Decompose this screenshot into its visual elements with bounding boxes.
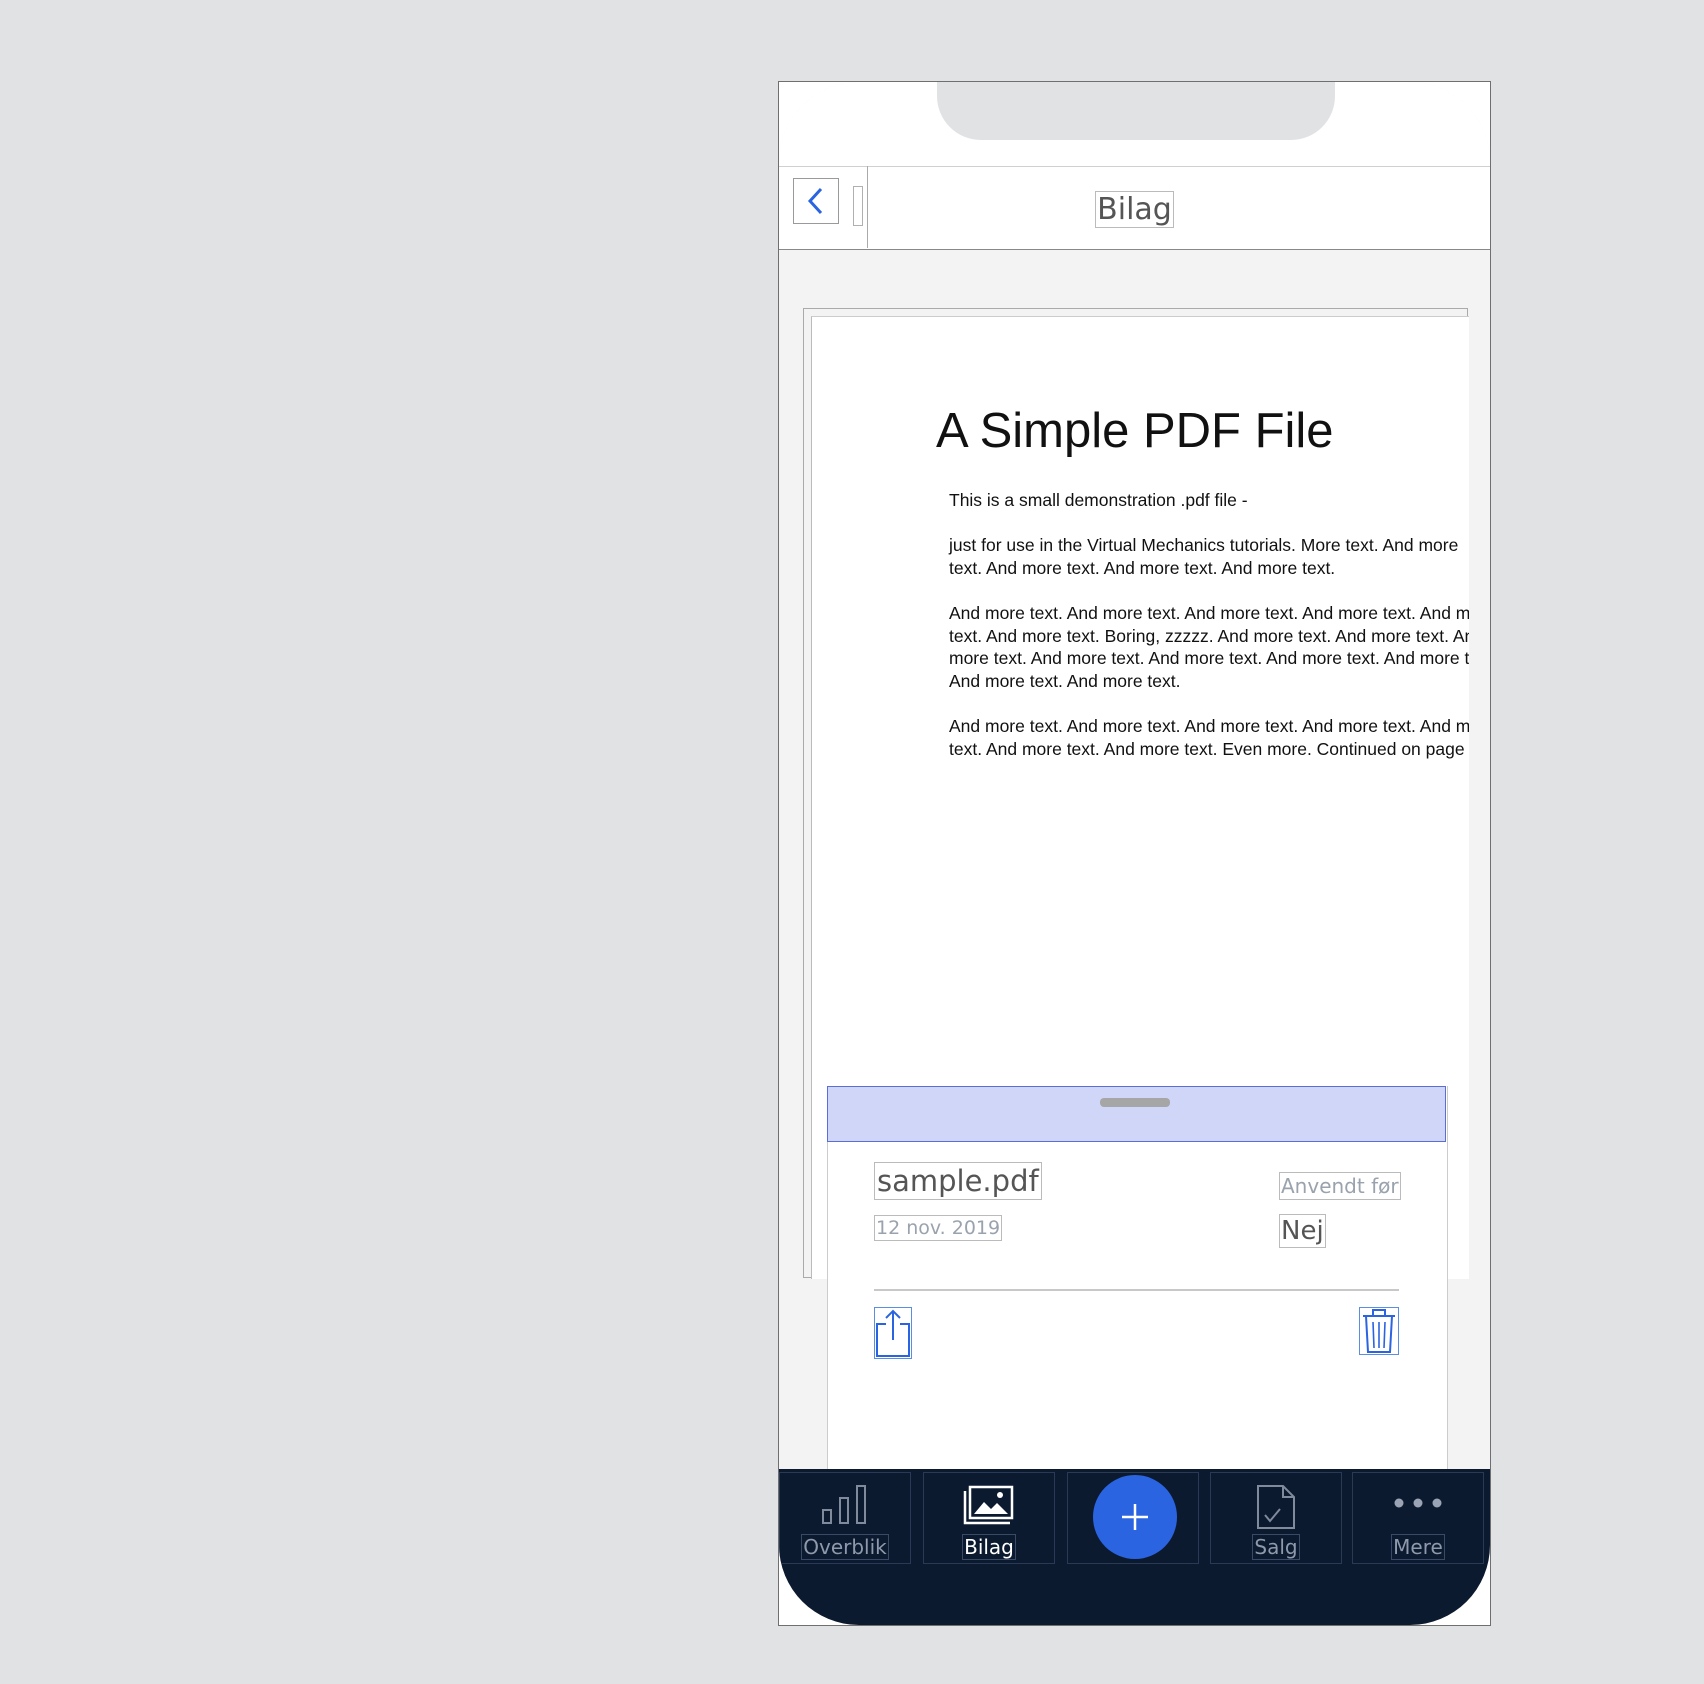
pdf-paragraph: just for use in the Virtual Mechanics tu… (949, 535, 1459, 578)
used-before-label: Anvendt før (1279, 1172, 1401, 1200)
share-icon (876, 1309, 910, 1357)
pdf-paragraph: This is a small demonstration .pdf file … (949, 490, 1248, 510)
trash-icon (1363, 1309, 1395, 1353)
add-button[interactable] (1093, 1475, 1177, 1559)
more-dots-icon (1394, 1498, 1442, 1508)
page-title: Bilag (779, 191, 1490, 228)
attachment-filename: sample.pdf (874, 1162, 1042, 1200)
tab-salg[interactable]: Salg (1210, 1472, 1342, 1564)
page-title-text: Bilag (1095, 191, 1174, 228)
bar-chart-icon (822, 1485, 866, 1524)
images-folder-icon (963, 1485, 1014, 1525)
plus-icon (1122, 1504, 1148, 1530)
attachment-date: 12 nov. 2019 (874, 1215, 1003, 1241)
tab-label: Mere (1391, 1534, 1445, 1560)
used-before-value: Nej (1279, 1214, 1326, 1248)
phone-frame: Bilag A Simple PDF File This is a small … (778, 81, 1491, 1626)
tab-bilag[interactable]: Bilag (923, 1472, 1055, 1564)
sheet-divider (874, 1289, 1399, 1291)
pdf-title: A Simple PDF File (936, 404, 1334, 458)
tab-overblik[interactable]: Overblik (779, 1472, 911, 1564)
delete-button[interactable] (1359, 1307, 1399, 1355)
tab-label: Overblik (801, 1534, 889, 1560)
grabber-icon[interactable] (1100, 1098, 1170, 1107)
sheet-drag-handle[interactable] (827, 1086, 1446, 1142)
tab-label: Salg (1252, 1534, 1300, 1560)
tab-label: Bilag (962, 1534, 1016, 1560)
pdf-paragraph: And more text. And more text. And more t… (949, 716, 1469, 759)
notch (937, 82, 1335, 140)
share-button[interactable] (874, 1307, 912, 1359)
pdf-paragraph: And more text. And more text. And more t… (949, 603, 1469, 691)
document-check-icon (1257, 1485, 1295, 1529)
tab-mere[interactable]: Mere (1352, 1472, 1484, 1564)
screen: Bilag A Simple PDF File This is a small … (779, 82, 1490, 1625)
